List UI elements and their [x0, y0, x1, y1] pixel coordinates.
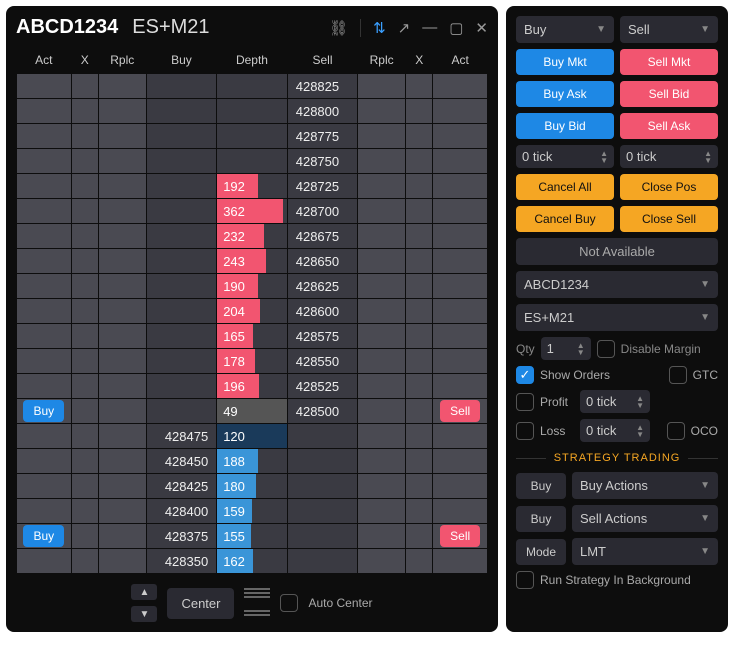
scroll-down-button[interactable]: ▼	[131, 606, 157, 622]
link-icon[interactable]: ⛓	[329, 19, 348, 37]
buy-actions-select[interactable]: Buy Actions▼	[572, 472, 718, 499]
mode-label-button[interactable]: Mode	[516, 539, 566, 565]
close-pos-button[interactable]: Close Pos	[620, 174, 718, 200]
sell-bid-button[interactable]: Sell Bid	[620, 81, 718, 107]
table-row[interactable]: 178428550	[17, 349, 488, 374]
table-row[interactable]: 196428525	[17, 374, 488, 399]
col-depth: Depth	[217, 47, 288, 74]
oco-label: OCO	[691, 424, 718, 438]
col-x-l: X	[71, 47, 98, 74]
table-row[interactable]: 192428725	[17, 174, 488, 199]
table-row[interactable]: 428400159	[17, 499, 488, 524]
cancel-buy-button[interactable]: Cancel Buy	[516, 206, 614, 232]
maximize-icon[interactable]: ▢	[449, 19, 463, 37]
table-row[interactable]: 165428575	[17, 324, 488, 349]
mode-select[interactable]: LMT▼	[572, 538, 718, 565]
run-bg-checkbox[interactable]	[516, 571, 534, 589]
table-row[interactable]: 428450188	[17, 449, 488, 474]
popout-icon[interactable]: ↗	[398, 19, 411, 37]
cancel-all-button[interactable]: Cancel All	[516, 174, 614, 200]
sell-ask-button[interactable]: Sell Ask	[620, 113, 718, 139]
auto-center-label: Auto Center	[308, 596, 372, 610]
profit-label: Profit	[540, 395, 574, 409]
col-buy: Buy	[146, 47, 217, 74]
row-sell-button[interactable]: Sell	[440, 525, 480, 547]
center-button[interactable]: Center	[167, 588, 234, 619]
table-row[interactable]: 232428675	[17, 224, 488, 249]
table-row[interactable]: 428350162	[17, 549, 488, 574]
gtc-label: GTC	[693, 368, 718, 382]
col-rplc-l: Rplc	[98, 47, 146, 74]
table-row[interactable]: 362428700	[17, 199, 488, 224]
gtc-checkbox[interactable]	[669, 366, 687, 384]
sell-tick-stepper[interactable]: 0 tick▲▼	[620, 145, 718, 168]
auto-center-checkbox[interactable]	[280, 594, 298, 612]
qty-stepper[interactable]: 1▲▼	[541, 337, 591, 360]
table-row[interactable]: 428475120	[17, 424, 488, 449]
table-row[interactable]: 204428600	[17, 299, 488, 324]
table-row[interactable]: Buy49428500Sell	[17, 399, 488, 424]
buy-select[interactable]: Buy▼	[516, 16, 614, 43]
buy-ask-button[interactable]: Buy Ask	[516, 81, 614, 107]
col-rplc-r: Rplc	[358, 47, 406, 74]
table-row[interactable]: Buy428375155Sell	[17, 524, 488, 549]
strategy-buy-button[interactable]: Buy	[516, 473, 566, 499]
buy-bid-button[interactable]: Buy Bid	[516, 113, 614, 139]
table-row[interactable]: 190428625	[17, 274, 488, 299]
strategy-trading-header: STRATEGY TRADING	[516, 452, 718, 464]
profit-stepper[interactable]: 0 tick▲▼	[580, 390, 650, 413]
sell-select[interactable]: Sell▼	[620, 16, 718, 43]
qty-label: Qty	[516, 342, 535, 356]
scroll-up-button[interactable]: ▲	[131, 584, 157, 600]
col-act-l: Act	[17, 47, 72, 74]
disable-margin-checkbox[interactable]	[597, 340, 615, 358]
table-row[interactable]: 428775	[17, 124, 488, 149]
disable-margin-label: Disable Margin	[621, 342, 701, 356]
profit-checkbox[interactable]	[516, 393, 534, 411]
expand-vert-icon[interactable]: ⇅	[373, 19, 386, 37]
buy-tick-stepper[interactable]: 0 tick▲▼	[516, 145, 614, 168]
col-sell: Sell	[287, 47, 358, 74]
loss-label: Loss	[540, 424, 574, 438]
depth-table: Act X Rplc Buy Depth Sell Rplc X Act 428…	[16, 47, 488, 574]
account-select[interactable]: ABCD1234▼	[516, 271, 718, 298]
show-orders-checkbox[interactable]: ✓	[516, 366, 534, 384]
sell-actions-select[interactable]: Sell Actions▼	[572, 505, 718, 532]
symbol-select[interactable]: ES+M21▼	[516, 304, 718, 331]
strategy-sell-button[interactable]: Buy	[516, 506, 566, 532]
account-title: ABCD1234	[16, 16, 118, 39]
table-row[interactable]: 428800	[17, 99, 488, 124]
col-act-r: Act	[433, 47, 488, 74]
close-sell-button[interactable]: Close Sell	[620, 206, 718, 232]
minimize-icon[interactable]: —	[422, 19, 437, 36]
col-x-r: X	[406, 47, 433, 74]
table-row[interactable]: 243428650	[17, 249, 488, 274]
loss-stepper[interactable]: 0 tick▲▼	[580, 419, 650, 442]
zoom-in-button[interactable]	[244, 586, 270, 600]
close-icon[interactable]: ✕	[475, 19, 488, 37]
table-row[interactable]: 428825	[17, 74, 488, 99]
show-orders-label: Show Orders	[540, 368, 610, 382]
row-sell-button[interactable]: Sell	[440, 400, 480, 422]
row-buy-button[interactable]: Buy	[23, 525, 64, 547]
table-row[interactable]: 428750	[17, 149, 488, 174]
run-bg-label: Run Strategy In Background	[540, 573, 691, 587]
symbol-title: ES+M21	[132, 16, 209, 39]
loss-checkbox[interactable]	[516, 422, 534, 440]
oco-checkbox[interactable]	[667, 422, 685, 440]
buy-mkt-button[interactable]: Buy Mkt	[516, 49, 614, 75]
sell-mkt-button[interactable]: Sell Mkt	[620, 49, 718, 75]
row-buy-button[interactable]: Buy	[23, 400, 64, 422]
table-row[interactable]: 428425180	[17, 474, 488, 499]
zoom-out-button[interactable]	[244, 606, 270, 620]
not-available-label: Not Available	[516, 238, 718, 265]
